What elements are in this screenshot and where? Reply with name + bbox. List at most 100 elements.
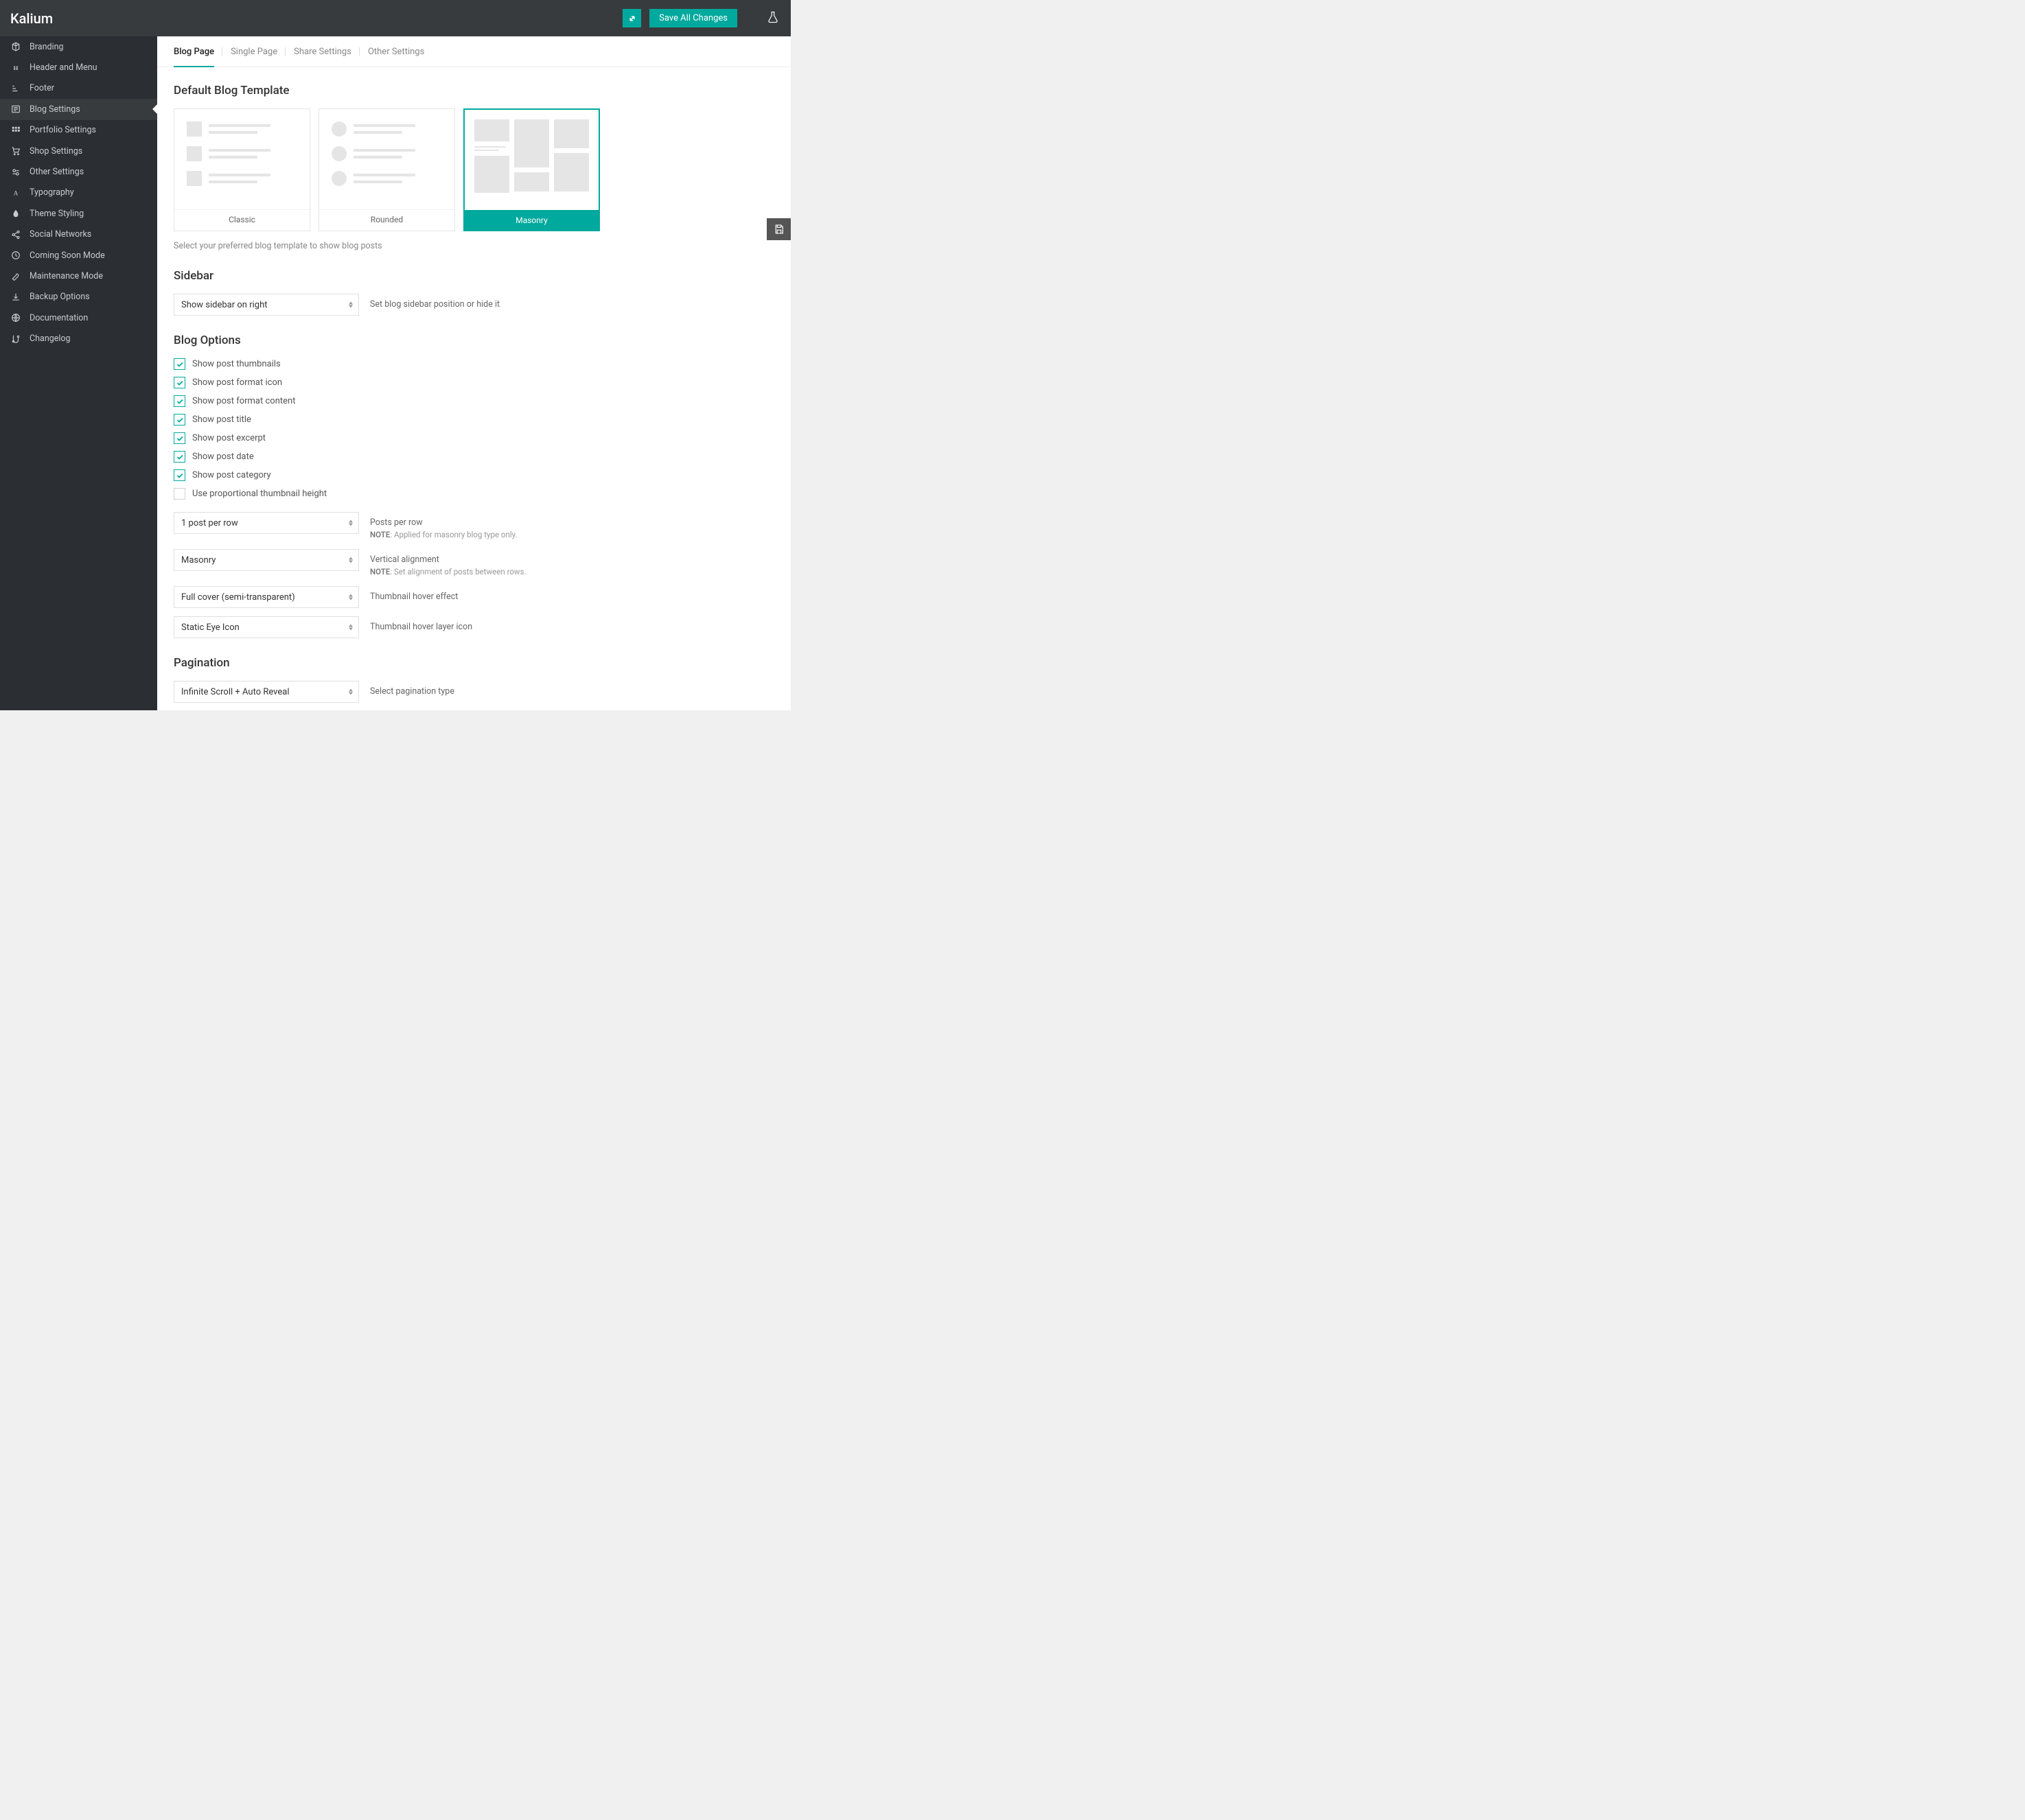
template-rounded[interactable]: Rounded: [319, 108, 455, 231]
sidebar-item-label: Backup Options: [30, 292, 90, 302]
template-classic[interactable]: Classic: [174, 108, 310, 231]
sidebar-item-label: Changelog: [30, 334, 71, 344]
sidebar-item-other[interactable]: Other Settings: [0, 161, 157, 182]
checkbox-label: Use proportional thumbnail height: [192, 489, 327, 499]
checkbox-proportional[interactable]: Use proportional thumbnail height: [174, 488, 774, 500]
sidebar-item-backup[interactable]: Backup Options: [0, 287, 157, 307]
sidebar-item-label: Header and Menu: [30, 62, 97, 73]
font-icon: A: [10, 188, 21, 198]
hover-effect-select[interactable]: Full cover (semi-transparent): [174, 586, 359, 608]
sidebar-item-docs[interactable]: Documentation: [0, 307, 157, 328]
template-preview-classic: [174, 109, 310, 209]
droplet-icon: [10, 209, 21, 218]
checkbox-icon: [174, 488, 185, 500]
section-title-pagination: Pagination: [174, 656, 774, 670]
expand-button[interactable]: [623, 9, 641, 27]
sidebar-item-typography[interactable]: A Typography: [0, 183, 157, 203]
sidebar-item-header[interactable]: H Header and Menu: [0, 57, 157, 78]
checkbox-label: Show post category: [192, 470, 271, 480]
vertical-alignment-select[interactable]: Masonry: [174, 549, 359, 571]
checkbox-title[interactable]: Show post title: [174, 414, 774, 425]
sidebar-item-label: Portfolio Settings: [30, 125, 96, 135]
sidebar-item-styling[interactable]: Theme Styling: [0, 203, 157, 224]
sidebar-item-branding[interactable]: Branding: [0, 36, 157, 57]
select-value: Masonry: [181, 555, 216, 565]
option-desc: Select pagination type: [370, 681, 454, 698]
select-arrows-icon: [349, 689, 353, 695]
checkbox-icon: [174, 432, 185, 444]
header-actions: Save All Changes: [623, 9, 780, 27]
section-title-templates: Default Blog Template: [174, 84, 774, 97]
select-arrows-icon: [349, 520, 353, 526]
option-desc: Vertical alignmentNOTE: Set alignment of…: [370, 549, 526, 578]
option-desc: Set blog sidebar position or hide it: [370, 294, 500, 311]
tab-share-settings[interactable]: Share Settings: [294, 37, 351, 67]
sidebar-item-label: Typography: [30, 187, 74, 198]
checkbox-category[interactable]: Show post category: [174, 469, 774, 481]
svg-text:A: A: [14, 190, 19, 197]
cube-icon: [10, 42, 21, 51]
checkbox-icon: [174, 469, 185, 481]
checkbox-label: Show post title: [192, 415, 251, 425]
checkbox-format-icon[interactable]: Show post format icon: [174, 377, 774, 388]
download-icon: [10, 292, 21, 302]
template-preview-masonry: [465, 110, 599, 210]
sidebar-item-label: Footer: [30, 83, 54, 93]
checkbox-label: Show post excerpt: [192, 433, 266, 443]
sidebar-item-coming-soon[interactable]: Coming Soon Mode: [0, 245, 157, 266]
sidebar-item-label: Maintenance Mode: [30, 271, 103, 281]
sidebar-item-blog[interactable]: Blog Settings: [0, 99, 157, 119]
template-label: Masonry: [465, 210, 599, 230]
template-preview-rounded: [319, 109, 454, 209]
grid-icon: [10, 126, 21, 135]
checkbox-icon: [174, 414, 185, 425]
checkbox-excerpt[interactable]: Show post excerpt: [174, 432, 774, 444]
template-label: Rounded: [319, 209, 454, 229]
tab-blog-page[interactable]: Blog Page: [174, 37, 214, 67]
tab-other-settings[interactable]: Other Settings: [368, 37, 424, 67]
sidebar-item-changelog[interactable]: Changelog: [0, 328, 157, 349]
select-value: Infinite Scroll + Auto Reveal: [181, 687, 290, 697]
sidebar-item-label: Coming Soon Mode: [30, 250, 105, 261]
app-header: Kalium Save All Changes: [0, 0, 791, 36]
sidebar-item-portfolio[interactable]: Portfolio Settings: [0, 120, 157, 141]
select-value: Show sidebar on right: [181, 300, 267, 310]
newspaper-icon: [10, 104, 21, 114]
option-desc: Thumbnail hover layer icon: [370, 616, 472, 633]
checkbox-date[interactable]: Show post date: [174, 451, 774, 463]
pagination-type-select[interactable]: Infinite Scroll + Auto Reveal: [174, 681, 359, 703]
flask-icon[interactable]: [766, 10, 780, 27]
sidebar-item-label: Other Settings: [30, 167, 84, 177]
sidebar-item-social[interactable]: Social Networks: [0, 224, 157, 245]
sidebar-item-maintenance[interactable]: Maintenance Mode: [0, 266, 157, 286]
save-icon: [774, 224, 785, 235]
section-title-blog-options: Blog Options: [174, 334, 774, 347]
checkbox-label: Show post date: [192, 452, 254, 462]
checkbox-format-content[interactable]: Show post format content: [174, 395, 774, 407]
checkbox-icon: [174, 358, 185, 370]
section-title-sidebar: Sidebar: [174, 269, 774, 283]
checkbox-label: Show post format icon: [192, 377, 282, 388]
option-desc: Posts per rowNOTE: Applied for masonry b…: [370, 512, 518, 541]
save-all-button[interactable]: Save All Changes: [649, 9, 737, 27]
templates-hint: Select your preferred blog template to s…: [174, 241, 774, 251]
branch-icon: [10, 334, 21, 344]
select-arrows-icon: [349, 557, 353, 563]
sidebar: Branding H Header and Menu Footer Blog S…: [0, 36, 157, 710]
expand-icon: [627, 14, 637, 23]
sidebar-item-label: Social Networks: [30, 229, 91, 240]
sidebar-item-footer[interactable]: Footer: [0, 78, 157, 99]
template-masonry[interactable]: Masonry: [463, 108, 600, 231]
sidebar-item-shop[interactable]: Shop Settings: [0, 141, 157, 161]
sidebar-position-select[interactable]: Show sidebar on right: [174, 294, 359, 316]
posts-per-row-select[interactable]: 1 post per row: [174, 512, 359, 534]
hover-icon-select[interactable]: Static Eye Icon: [174, 616, 359, 638]
select-arrows-icon: [349, 594, 353, 600]
tab-single-page[interactable]: Single Page: [231, 37, 277, 67]
checkbox-label: Show post thumbnails: [192, 359, 281, 369]
floating-save-button[interactable]: [767, 218, 791, 240]
select-value: Static Eye Icon: [181, 622, 240, 633]
sliders-icon: [10, 167, 21, 177]
checkbox-icon: [174, 377, 185, 388]
checkbox-thumbnails[interactable]: Show post thumbnails: [174, 358, 774, 370]
